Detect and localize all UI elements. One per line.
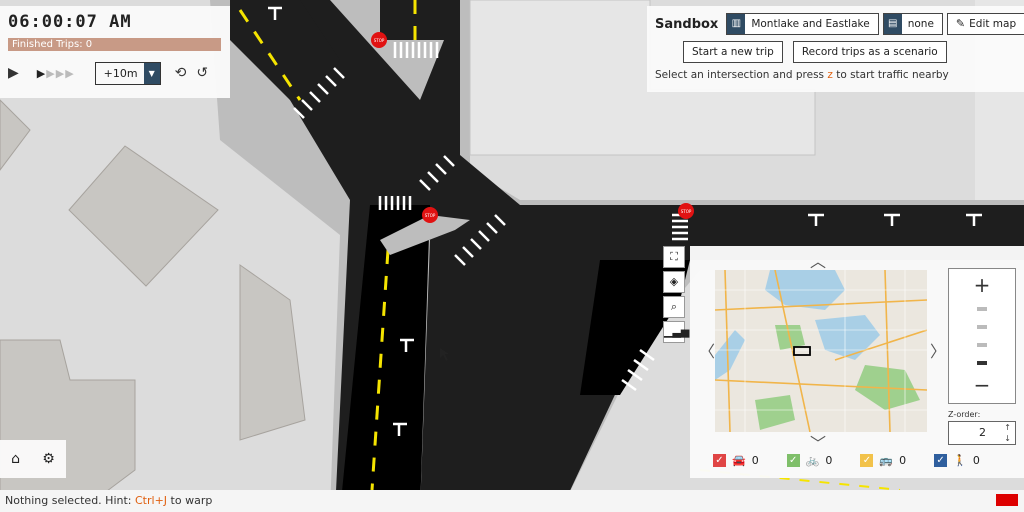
stop-sign: STOP <box>422 207 438 223</box>
filter-bikes[interactable]: ✓ 🚲 0 <box>786 454 833 467</box>
pan-left-icon[interactable]: 〈 <box>699 338 715 362</box>
time-panel: 06:00:07 AM Finished Trips: 0 ▶ ▶▶▶▶ +10… <box>0 6 230 98</box>
minimap-panel: ︿ 〈 〉 ﹀ + − Z-order: 2 ↑ ↓ ✓ 🚘 0 ✓ 🚲 0 ✓… <box>690 246 1024 478</box>
spin-arrows-icon[interactable]: ↑ ↓ <box>1004 422 1011 444</box>
calendar-icon: ▤ <box>883 14 902 34</box>
zoom-control: + − <box>948 268 1016 404</box>
edit-map-button[interactable]: ✎ Edit map <box>946 13 1024 35</box>
time-step-value: +10m <box>103 66 138 80</box>
bus-icon: 🚌 <box>879 454 894 467</box>
reset-icon[interactable]: ↺ <box>196 65 208 81</box>
filter-pedestrians[interactable]: ✓ 🚶 0 <box>934 454 980 467</box>
fullscreen-icon[interactable]: ⛶ <box>663 246 685 268</box>
speed-4-icon[interactable]: ▶ <box>65 67 74 80</box>
checkbox-buses[interactable]: ✓ <box>860 454 874 467</box>
pan-right-icon[interactable]: 〉 <box>930 338 946 362</box>
zoom-in-button[interactable]: + <box>949 273 1015 297</box>
map-select-label: Montlake and Eastlake <box>751 18 870 30</box>
zorder-label: Z-order: <box>948 410 981 419</box>
zoom-level-4[interactable] <box>977 361 987 365</box>
scenario-select-button[interactable]: ▤ none <box>882 13 943 35</box>
time-step-dropdown[interactable]: +10m ▼ <box>94 61 161 85</box>
status-suffix: to warp <box>167 494 213 507</box>
buses-count: 0 <box>899 454 907 467</box>
zoom-level-3[interactable] <box>977 343 987 347</box>
bike-icon: 🚲 <box>805 454 820 467</box>
gear-icon[interactable]: ⚙ <box>42 451 55 467</box>
stop-sign: STOP <box>678 203 694 219</box>
pedestrians-count: 0 <box>972 454 980 467</box>
hint-prefix: Select an intersection and press <box>655 69 828 81</box>
map-select-button[interactable]: ▥ Montlake and Eastlake <box>726 13 879 35</box>
home-icon[interactable]: ⌂ <box>11 451 20 467</box>
zoom-level-2[interactable] <box>977 325 987 329</box>
car-icon: 🚘 <box>732 454 746 467</box>
jump-time-icon[interactable]: ⟲ <box>175 65 187 81</box>
zorder-value: 2 <box>979 426 986 439</box>
filter-cars[interactable]: ✓ 🚘 0 <box>713 454 759 467</box>
svg-text:STOP: STOP <box>681 209 692 214</box>
svg-text:STOP: STOP <box>374 38 385 43</box>
speed-2-icon[interactable]: ▶ <box>46 67 55 80</box>
cars-count: 0 <box>751 454 759 467</box>
zoom-level-1[interactable] <box>977 307 987 311</box>
filter-buses[interactable]: ✓ 🚌 0 <box>860 454 906 467</box>
error-indicator <box>996 494 1018 506</box>
checkbox-cars[interactable]: ✓ <box>713 454 726 467</box>
pan-down-icon[interactable]: ﹀ <box>810 430 826 454</box>
svg-text:STOP: STOP <box>425 213 436 218</box>
scenario-select-label: none <box>907 18 934 30</box>
sandbox-panel: Sandbox ▥ Montlake and Eastlake ▤ none ✎… <box>647 6 1024 92</box>
agent-filters: ✓ 🚘 0 ✓ 🚲 0 ✓ 🚌 0 ✓ 🚶 0 <box>713 454 1008 467</box>
map-icon: ▥ <box>727 14 746 34</box>
road-north <box>380 0 460 40</box>
pedestrian-icon: 🚶 <box>953 454 967 467</box>
status-prefix: Nothing selected. Hint: <box>5 494 135 507</box>
checkbox-bikes[interactable]: ✓ <box>786 454 800 467</box>
finished-trips-bar: Finished Trips: 0 <box>8 38 221 51</box>
sandbox-title: Sandbox <box>655 16 719 32</box>
minimap[interactable] <box>715 270 927 432</box>
speed-1-icon[interactable]: ▶ <box>37 67 46 80</box>
sandbox-hint: Select an intersection and press z to st… <box>655 69 1016 81</box>
new-trip-button[interactable]: Start a new trip <box>683 41 783 63</box>
speed-3-icon[interactable]: ▶ <box>56 67 65 80</box>
status-key: Ctrl+J <box>135 494 168 507</box>
pencil-icon: ✎ <box>955 17 966 30</box>
stop-sign: STOP <box>371 32 387 48</box>
pan-up-icon[interactable]: ︿ <box>810 248 826 272</box>
zorder-spinner[interactable]: 2 ↑ ↓ <box>948 421 1016 445</box>
chart-icon[interactable]: ▁▃▅ <box>663 321 689 343</box>
edit-map-label: Edit map <box>969 18 1017 30</box>
layers-icon[interactable]: ◈ <box>663 271 685 293</box>
home-settings-panel: ⌂ ⚙ <box>0 440 66 478</box>
record-scenario-button[interactable]: Record trips as a scenario <box>792 41 947 63</box>
time-controls: ▶ ▶▶▶▶ +10m ▼ ⟲ ↺ <box>8 61 222 85</box>
clock: 06:00:07 AM <box>8 12 132 32</box>
speed-selector[interactable]: ▶▶▶▶ <box>37 67 75 80</box>
status-bar: Nothing selected. Hint: Ctrl+J to warp <box>0 490 1024 512</box>
checkbox-pedestrians[interactable]: ✓ <box>934 454 948 467</box>
zoom-out-button[interactable]: − <box>949 373 1015 397</box>
bikes-count: 0 <box>825 454 833 467</box>
hint-suffix: to start traffic nearby <box>832 69 949 81</box>
play-icon[interactable]: ▶ <box>8 65 19 81</box>
search-icon[interactable]: ⌕ <box>663 296 685 318</box>
chevron-down-icon[interactable]: ▼ <box>143 62 160 84</box>
